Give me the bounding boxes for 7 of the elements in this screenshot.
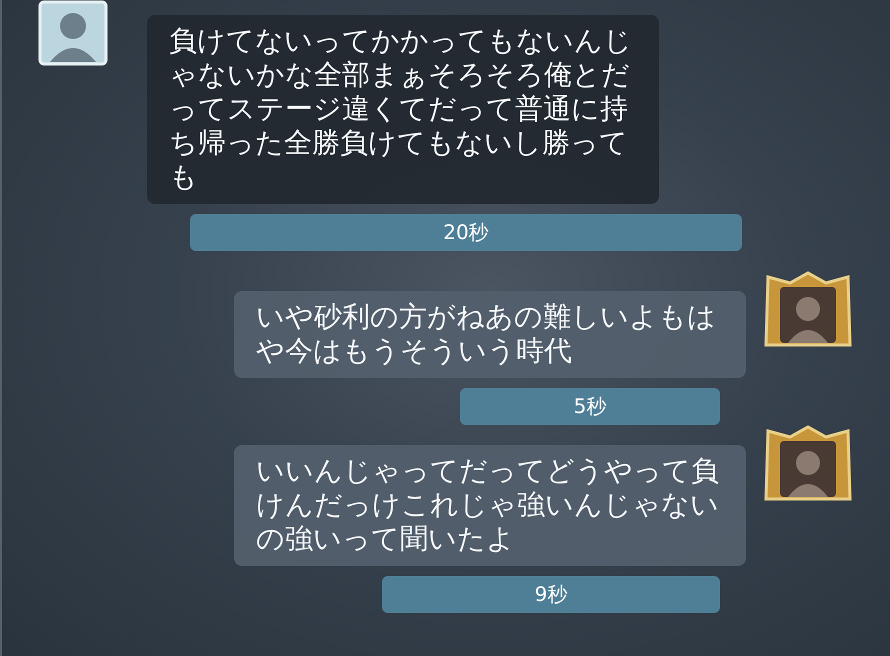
time-label: 5秒: [460, 388, 720, 425]
message-bubble: いや砂利の方がねあの難しいよもはや今はもうそういう時代: [234, 291, 746, 378]
time-label: 9秒: [382, 576, 720, 613]
message-bubble: 負けてないってかかってもないんじゃないかな全部まぁそろそろ俺とだってステージ違くてだって普通に持ち帰った全勝負けてもないし勝っても: [147, 15, 659, 204]
message-bubble: いいんじゃってだってどうやって負けんだっけこれじゃ強いんじゃないの強いって聞いたよ: [234, 445, 746, 566]
time-label: 20秒: [190, 214, 742, 251]
avatar-icon[interactable]: [38, 0, 108, 66]
